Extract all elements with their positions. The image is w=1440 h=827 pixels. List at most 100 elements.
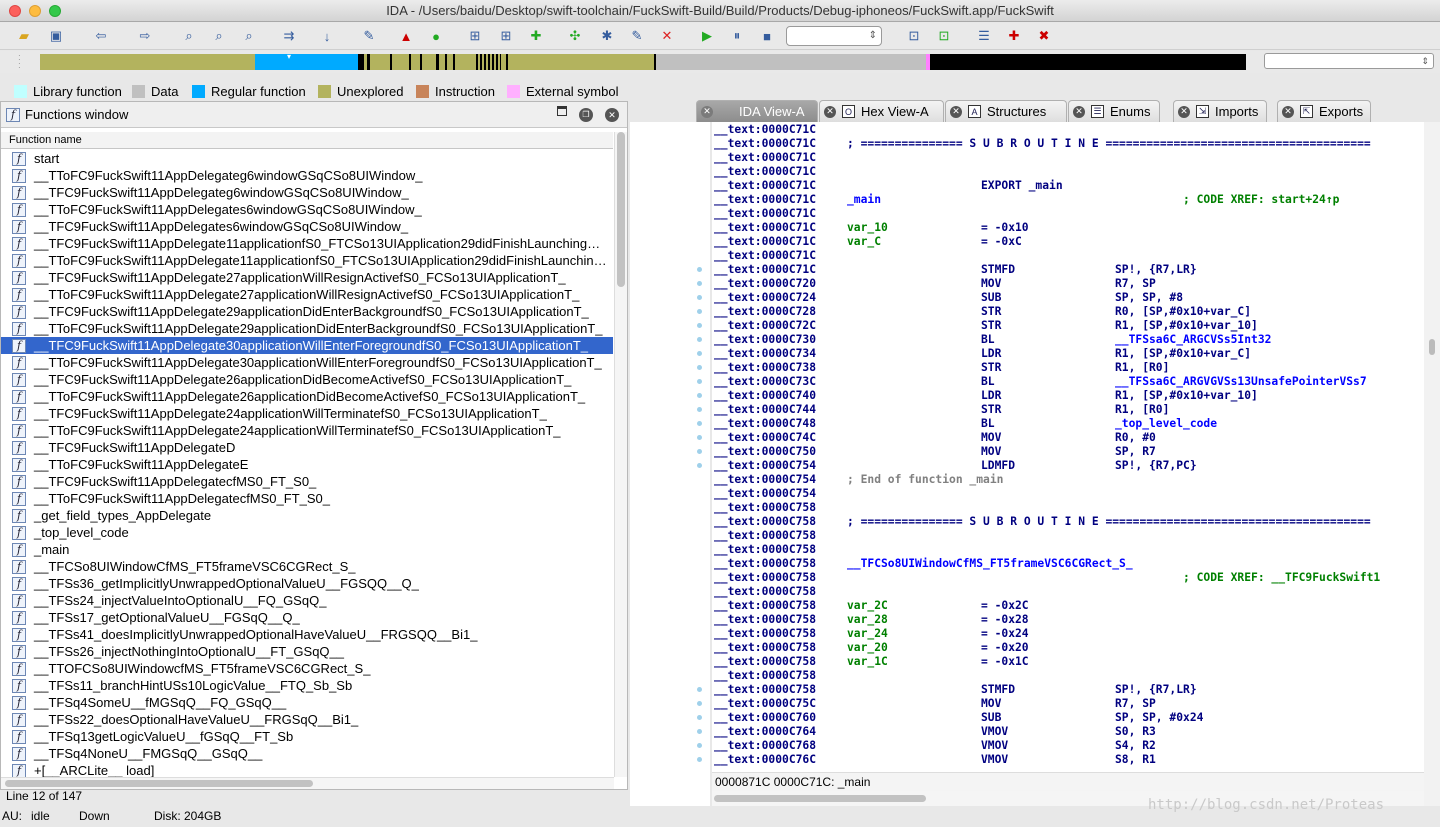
struct-icon[interactable]: ✱ [598,27,616,45]
function-list-item[interactable]: f __TFSq4SomeU__fMGSqQ__FQ_GSqQ__ [1,694,613,711]
minimize-window-button[interactable] [29,5,41,17]
disasm-line[interactable]: __text:0000C71C ; =============== S U B R… [712,137,1424,151]
disasm-line[interactable]: __text:0000C750 MOV SP, R7 [712,445,1424,459]
disasm-line[interactable]: __text:0000C758 [712,585,1424,599]
search-next-icon[interactable]: ⌕ [240,27,258,45]
column-header-function-name[interactable]: Function name [1,132,613,149]
pen-icon[interactable]: ✎ [360,27,378,45]
disasm-line[interactable]: __text:0000C740 LDR R1, [SP,#0x10+var_10] [712,389,1424,403]
scroll-thumb[interactable] [5,780,313,787]
disasm-line[interactable]: __text:0000C758 [712,529,1424,543]
remove-breakpoint-icon[interactable]: ✖ [1035,27,1053,45]
function-list-item[interactable]: f __TFSs17_getOptionalValueU__FGSqQ__Q_ [1,609,613,626]
disasm-line[interactable]: __text:0000C758 [712,501,1424,515]
disassembly-listing[interactable]: __text:0000C71C __text:0000C71C; ========… [712,122,1424,772]
warning-icon[interactable]: ▲ [397,27,415,45]
disasm-line[interactable]: __text:0000C71C [712,207,1424,221]
function-list-item[interactable]: f __TFSs26_injectNothingIntoOptionalU__FT… [1,643,613,660]
disasm-line[interactable]: __text:0000C758 var_2C = -0x2C [712,599,1424,613]
tab-ida-view-a[interactable]: ✕ IDA View-A [696,100,818,122]
close-window-button[interactable] [9,5,21,17]
zoom-window-button[interactable] [49,5,61,17]
function-list-item[interactable]: f __TFCSo8UIWindowCfMS_FT5frameVSC6CGRect… [1,558,613,575]
list-icon[interactable]: ☰ [975,27,993,45]
close-tab-icon[interactable]: ✕ [824,105,836,118]
scroll-thumb[interactable] [1429,339,1435,355]
function-list-item[interactable]: f __TFC9FuckSwift11AppDelegate24applicati… [1,405,613,422]
functions-vertical-scrollbar[interactable] [614,132,627,777]
close-pane-icon[interactable]: ✕ [605,108,619,122]
close-tab-icon[interactable]: ✕ [701,105,713,118]
data-icon[interactable]: ⊞ [497,27,515,45]
disasm-line[interactable]: __text:0000C754 [712,487,1424,501]
function-list-item[interactable]: f +[__ARCLite__ load] [1,762,613,777]
function-list-item[interactable]: f __TFC9FuckSwift11AppDelegate30applicati… [1,337,613,354]
close-tab-icon[interactable]: ✕ [1178,105,1190,118]
add-breakpoint-icon[interactable]: ✚ [1005,27,1023,45]
tab-imports[interactable]: ✕ ⇲ Imports [1173,100,1267,122]
disasm-line[interactable]: __text:0000C758 ; CODE XREF: __TFC9FuckSw… [712,571,1424,585]
function-list-item[interactable]: f _top_level_code [1,524,613,541]
close-tab-icon[interactable]: ✕ [950,105,962,118]
function-list-item[interactable]: f __TFC9FuckSwift11AppDelegates6windowGSq… [1,218,613,235]
close-tab-icon[interactable]: ✕ [1282,105,1294,118]
disasm-line[interactable]: __text:0000C758 __TFCSo8UIWindowCfMS_FT5f… [712,557,1424,571]
disasm-line[interactable]: __text:0000C758 [712,543,1424,557]
stop-icon[interactable]: ■ [758,27,776,45]
disasm-line[interactable]: __text:0000C730 BL __TFSsa6C_ARGCVSs5Int32 [712,333,1424,347]
function-list-item[interactable]: f __TToFC9FuckSwift11AppDelegateg6windowG… [1,167,613,184]
function-list-item[interactable]: f __TFSs36_getImplicitlyUnwrappedOptional… [1,575,613,592]
function-list-item[interactable]: f __TFC9FuckSwift11AppDelegatecfMS0_FT_S0… [1,473,613,490]
function-list-item[interactable]: f __TFSq4NoneU__FMGSqQ__GSqQ__ [1,745,613,762]
disasm-line[interactable]: __text:0000C73C BL __TFSsa6C_ARGVGVSs13Uns… [712,375,1424,389]
graph-view-icon[interactable]: ⊡ [935,27,953,45]
disasm-line[interactable]: __text:0000C76C VMOV S8, R1 [712,753,1424,767]
disasm-line[interactable]: __text:0000C764 VMOV S0, R3 [712,725,1424,739]
disasm-line[interactable]: __text:0000C728 STR R0, [SP,#0x10+var_C] [712,305,1424,319]
save-icon[interactable]: ▣ [47,27,65,45]
function-list-item[interactable]: f __TToFC9FuckSwift11AppDelegateE [1,456,613,473]
restore-pane-icon[interactable] [557,106,567,116]
disassembly-vertical-scrollbar[interactable] [1424,122,1440,806]
disasm-line[interactable]: __text:0000C75C MOV R7, SP [712,697,1424,711]
back-arrow-icon[interactable]: ⇦ [92,27,110,45]
pause-icon[interactable]: ⏸ [728,27,746,45]
function-list-item[interactable]: f __TFC9FuckSwift11AppDelegate27applicati… [1,269,613,286]
disasm-line[interactable]: __text:0000C724 SUB SP, SP, #8 [712,291,1424,305]
function-list-item[interactable]: f _get_field_types_AppDelegate [1,507,613,524]
text-search-icon[interactable]: ⌕ [210,27,228,45]
function-list-item[interactable]: f __TFSs11_branchHintUSs10LogicValue__FTQ… [1,677,613,694]
disasm-line[interactable]: __text:0000C71C STMFD SP!, {R7,LR} [712,263,1424,277]
disasm-line[interactable]: __text:0000C72C STR R1, [SP,#0x10+var_10] [712,319,1424,333]
tab-exports[interactable]: ✕ ⇱ Exports [1277,100,1371,122]
disasm-line[interactable]: __text:0000C758 STMFD SP!, {R7,LR} [712,683,1424,697]
edit-icon[interactable]: ✎ [628,27,646,45]
add-icon[interactable]: ✚ [527,27,545,45]
function-list-item[interactable]: f __TToFC9FuckSwift11AppDelegate24applica… [1,422,613,439]
close-tab-icon[interactable]: ✕ [1073,105,1085,118]
cross-reference-icon[interactable]: ⊡ [905,27,923,45]
disasm-line[interactable]: __text:0000C71C var_10 = -0x10 [712,221,1424,235]
scroll-thumb[interactable] [714,795,926,802]
graph-icon[interactable]: ✣ [566,27,584,45]
disasm-line[interactable]: __text:0000C754 ; End of function _main [712,473,1424,487]
disasm-line[interactable]: __text:0000C768 VMOV S4, R2 [712,739,1424,753]
function-list-item[interactable]: f __TFSs24_injectValueIntoOptionalU__FQ_G… [1,592,613,609]
disasm-line[interactable]: __text:0000C71C _main ; CODE XREF: start+2… [712,193,1424,207]
functions-horizontal-scrollbar[interactable] [1,777,614,789]
disasm-line[interactable]: __text:0000C738 STR R1, [R0] [712,361,1424,375]
function-list-item[interactable]: f __TToFC9FuckSwift11AppDelegates6windowG… [1,201,613,218]
code-icon[interactable]: ⊞ [466,27,484,45]
disasm-line[interactable]: __text:0000C758 ; =============== S U B R… [712,515,1424,529]
tab-structures[interactable]: ✕ A Structures [945,100,1067,122]
navigation-combo[interactable]: ⇕ [1264,53,1434,69]
disasm-line[interactable]: __text:0000C758 var_20 = -0x20 [712,641,1424,655]
function-list-item[interactable]: f __TFSs22_doesOptionalHaveValueU__FRGSqQ… [1,711,613,728]
forward-arrow-icon[interactable]: ⇨ [136,27,154,45]
disasm-line[interactable]: __text:0000C71C [712,151,1424,165]
function-list-item[interactable]: f __TFC9FuckSwift11AppDelegateg6windowGSq… [1,184,613,201]
function-list-item[interactable]: f __TToFC9FuckSwift11AppDelegatecfMS0_FT_… [1,490,613,507]
function-list-item[interactable]: f __TFC9FuckSwift11AppDelegateD [1,439,613,456]
function-list-item[interactable]: f __TToFC9FuckSwift11AppDelegate30applica… [1,354,613,371]
jump-icon[interactable]: ⇉ [280,27,298,45]
